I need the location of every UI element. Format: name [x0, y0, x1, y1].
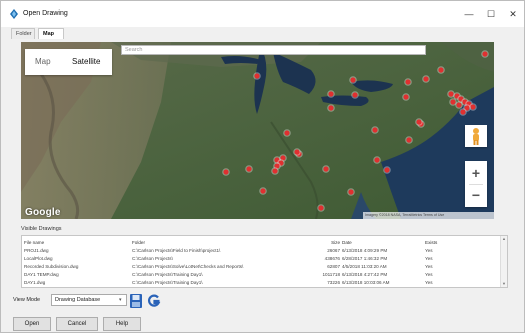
open-drawing-dialog: Open Drawing — ☐ ✕ Folder Map Map Satell…	[0, 0, 525, 333]
row-file-name: DAY1.dwg	[24, 280, 46, 285]
column-header-size[interactable]: Size	[312, 239, 340, 246]
minimize-button[interactable]: —	[459, 6, 479, 22]
row-exists: Yes	[425, 272, 433, 277]
google-logo: Google	[25, 207, 61, 218]
drawing-location-marker[interactable]	[327, 90, 335, 98]
row-exists: Yes	[425, 248, 433, 253]
table-row[interactable]: Recorded Subdivision.dwg C:\Carlson Proj…	[22, 263, 502, 270]
row-date: 4/5/2018 11:03:20 AM	[342, 264, 387, 269]
column-header-exists[interactable]: Exists	[425, 239, 445, 246]
column-header-date[interactable]: Date	[342, 239, 418, 246]
map-attribution[interactable]: Imagery ©2018 NASA, TerraMetrics Terms o…	[363, 212, 494, 219]
save-icon[interactable]	[129, 293, 143, 309]
visible-drawings-label: Visible Drawings	[21, 226, 62, 232]
map-type-satellite-button[interactable]: Satellite	[72, 56, 100, 68]
row-exists: Yes	[425, 264, 433, 269]
scroll-up-arrow-icon[interactable]: ▲	[501, 236, 507, 242]
drawing-location-marker[interactable]	[437, 66, 445, 74]
row-size: 1011718	[322, 272, 340, 277]
table-row[interactable]: DAY1.dwg C:\Carlson Projects\Training Da…	[22, 279, 502, 286]
drawing-location-marker[interactable]	[402, 93, 410, 101]
table-row[interactable]: LocalPlot.dwg C:\Carlson Projects\ 43867…	[22, 255, 502, 262]
open-button[interactable]: Open	[13, 317, 51, 331]
drawing-location-marker[interactable]	[422, 75, 430, 83]
row-file-name: Recorded Subdivision.dwg	[24, 264, 79, 269]
row-size: 73226	[327, 280, 340, 285]
drawing-location-marker[interactable]	[415, 118, 423, 126]
street-view-pegman-button[interactable]	[465, 125, 487, 147]
drawing-location-marker[interactable]	[293, 148, 301, 156]
maximize-button[interactable]: ☐	[481, 6, 501, 22]
view-mode-label: View Mode	[13, 297, 41, 303]
row-folder: C:\Carlson Projects\Training Day1\	[132, 272, 203, 277]
drawing-location-marker[interactable]	[351, 91, 359, 99]
table-row[interactable]: DAY1 TEMP.dwg C:\Carlson Projects\Traini…	[22, 271, 502, 278]
row-date: 6/13/2018 4:09:29 PM	[342, 248, 388, 253]
row-date: 6/13/2018 4:27:42 PM	[342, 272, 388, 277]
drawing-location-marker[interactable]	[371, 126, 379, 134]
view-mode-selected-value: Drawing Database	[55, 297, 101, 303]
drawing-location-marker[interactable]	[404, 78, 412, 86]
drawing-location-marker[interactable]	[253, 72, 261, 80]
help-button[interactable]: Help	[103, 317, 141, 331]
row-exists: Yes	[425, 256, 433, 261]
cancel-button[interactable]: Cancel	[56, 317, 98, 331]
chevron-down-icon: ▾	[119, 297, 122, 303]
drawing-location-marker[interactable]	[383, 166, 391, 174]
row-date: 6/13/2018 10:03:06 AM	[342, 280, 390, 285]
row-file-name: LocalPlot.dwg	[24, 256, 53, 261]
row-folder: C:\Carlson Projects\Solve\LotNet\Checks …	[132, 264, 244, 269]
row-folder: C:\Carlson Projects\Training Day1\	[132, 280, 203, 285]
view-mode-select[interactable]: Drawing Database ▾	[51, 294, 127, 306]
row-size: 438676	[324, 256, 340, 261]
drawing-location-marker[interactable]	[245, 165, 253, 173]
app-icon	[10, 9, 18, 19]
zoom-control: + −	[465, 161, 487, 207]
drawing-location-marker[interactable]	[322, 165, 330, 173]
table-vertical-scrollbar[interactable]: ▲ ▼	[500, 236, 507, 287]
map-view[interactable]: Map Satellite + − Google Imagery ©2018 N…	[21, 42, 494, 219]
scroll-down-arrow-icon[interactable]: ▼	[501, 281, 507, 287]
column-header-file-name[interactable]: File name	[24, 239, 124, 246]
table-header: File name Folder Size Date Exists	[22, 239, 502, 246]
drawing-location-marker[interactable]	[455, 101, 463, 109]
drawing-location-marker[interactable]	[459, 108, 467, 116]
drawing-location-marker[interactable]	[283, 129, 291, 137]
row-size: 62807	[327, 264, 340, 269]
row-date: 6/28/2017 1:46:32 PM	[342, 256, 388, 261]
row-file-name: DAY1 TEMP.dwg	[24, 272, 59, 277]
drawing-location-marker[interactable]	[259, 187, 267, 195]
drawing-location-marker[interactable]	[222, 168, 230, 176]
row-folder: C:\Carlson Projects\Field to Finish\proj…	[132, 248, 221, 253]
drawing-location-marker[interactable]	[271, 167, 279, 175]
row-folder: C:\Carlson Projects\	[132, 256, 173, 261]
drawing-location-marker[interactable]	[481, 50, 489, 58]
drawing-location-marker[interactable]	[347, 188, 355, 196]
table-row[interactable]: PROJ1.dwg C:\Carlson Projects\Field to F…	[22, 247, 502, 254]
drawing-location-marker[interactable]	[327, 104, 335, 112]
drawing-location-marker[interactable]	[317, 204, 325, 212]
drawing-location-marker[interactable]	[349, 76, 357, 84]
zoom-out-button[interactable]: −	[465, 184, 487, 206]
pegman-icon	[473, 128, 479, 145]
tab-map[interactable]: Map	[38, 28, 64, 39]
map-type-map-button[interactable]: Map	[35, 56, 51, 68]
drawing-location-marker[interactable]	[373, 156, 381, 164]
drawing-location-marker[interactable]	[405, 136, 413, 144]
row-size: 26067	[327, 248, 340, 253]
map-search-input[interactable]: Search	[121, 45, 426, 55]
row-file-name: PROJ1.dwg	[24, 248, 49, 253]
row-exists: Yes	[425, 280, 433, 285]
zoom-in-button[interactable]: +	[465, 162, 487, 184]
title-bar: Open Drawing — ☐ ✕	[1, 1, 524, 27]
tab-folder[interactable]: Folder	[11, 28, 35, 39]
close-button[interactable]: ✕	[503, 6, 523, 22]
g-refresh-icon[interactable]	[147, 293, 161, 309]
window-title: Open Drawing	[23, 10, 68, 17]
visible-drawings-table: File name Folder Size Date Exists PROJ1.…	[21, 235, 508, 288]
map-type-control: Map Satellite	[25, 49, 112, 75]
column-header-folder[interactable]: Folder	[132, 239, 318, 246]
